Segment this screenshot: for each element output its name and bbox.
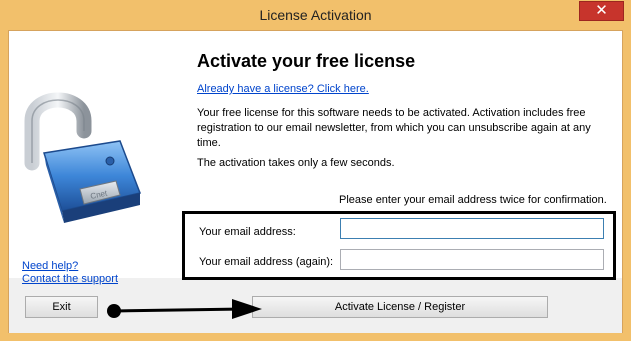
window-title: License Activation [259, 7, 372, 23]
need-help-link[interactable]: Need help? [22, 260, 78, 272]
open-padlock-icon: Cnet [24, 92, 142, 223]
dialog-client-area: Cnet Activate your free license Already … [8, 30, 623, 333]
email-again-field[interactable] [340, 249, 604, 270]
activation-note: The activation takes only a few seconds. [197, 157, 395, 169]
email-again-label: Your email address (again): [199, 256, 334, 268]
contact-support-link[interactable]: Contact the support [22, 273, 118, 285]
close-button[interactable]: ✕ [579, 1, 624, 21]
page-heading: Activate your free license [197, 51, 416, 71]
close-icon: ✕ [595, 2, 608, 19]
arrow-annotation-icon [107, 299, 262, 319]
email-form-highlight: Your email address: Your email address (… [182, 211, 616, 280]
activation-description: Your free license for this software need… [197, 107, 591, 149]
email-label: Your email address: [199, 226, 296, 238]
activate-license-button[interactable]: Activate License / Register [252, 296, 548, 318]
license-activation-window: License Activation ✕ Cnet Activate your … [0, 0, 631, 341]
already-have-license-link[interactable]: Already have a license? Click here. [197, 83, 369, 95]
title-bar[interactable]: License Activation ✕ [0, 0, 631, 30]
email-field[interactable] [340, 218, 604, 239]
email-instruction: Please enter your email address twice fo… [339, 194, 607, 206]
exit-button[interactable]: Exit [25, 296, 98, 318]
